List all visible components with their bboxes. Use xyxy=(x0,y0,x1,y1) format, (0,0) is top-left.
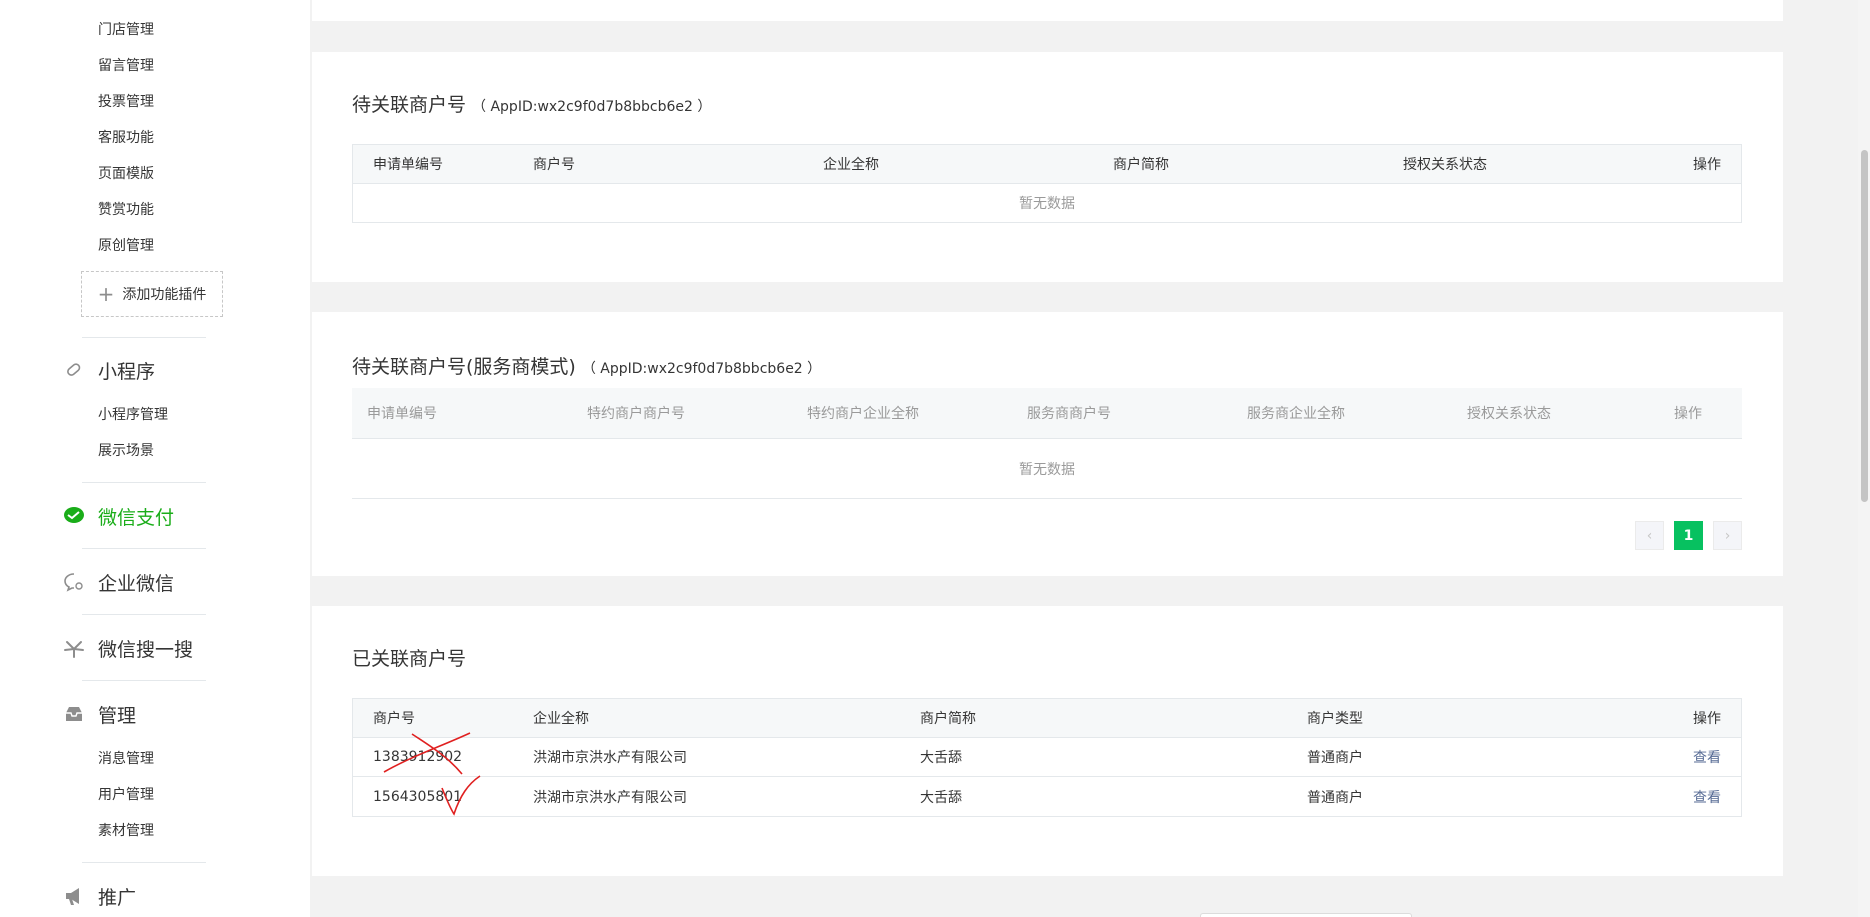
scrollbar-thumb[interactable] xyxy=(1861,150,1868,502)
col-company-name: 企业全称 xyxy=(823,157,879,173)
pending-merchant-table: 申请单编号 商户号 企业全称 商户简称 授权关系状态 操作 暂无数据 xyxy=(352,144,1742,223)
col-merchant-no: 商户号 xyxy=(533,157,575,173)
sidebar-section-wechat-pay[interactable]: 微信支付 xyxy=(62,501,174,531)
col-action: 操作 xyxy=(1693,711,1721,727)
merchant-short: 大舌舔 xyxy=(920,750,962,766)
col-application-no: 申请单编号 xyxy=(367,406,437,422)
sidebar-item-display-scene[interactable]: 展示场景 xyxy=(98,440,154,460)
merchant-type: 普通商户 xyxy=(1307,750,1363,766)
megaphone-icon xyxy=(62,884,86,908)
sidebar-section-search[interactable]: 微信搜一搜 xyxy=(62,633,193,663)
table-header: 商户号 企业全称 商户简称 商户类型 操作 xyxy=(353,699,1741,738)
sidebar-divider xyxy=(82,614,206,615)
page-1-button[interactable]: 1 xyxy=(1674,521,1703,550)
view-link[interactable]: 查看 xyxy=(1693,747,1721,767)
pending-merchant-panel: 待关联商户号（ AppID:wx2c9f0d7b8bbcb6e2 ） 申请单编号… xyxy=(312,52,1783,282)
col-merchant-short: 商户简称 xyxy=(1113,157,1169,173)
table-header: 申请单编号 商户号 企业全称 商户简称 授权关系状态 操作 xyxy=(353,145,1741,184)
linked-merchant-table: 商户号 企业全称 商户简称 商户类型 操作 1383912902 洪湖市京洪水产… xyxy=(352,698,1742,817)
sidebar-section-work-wechat[interactable]: 企业微信 xyxy=(62,567,174,597)
linked-merchant-panel: 已关联商户号 商户号 企业全称 商户简称 商户类型 操作 1383912902 … xyxy=(312,606,1783,876)
add-plugin-button[interactable]: + 添加功能插件 xyxy=(81,271,223,317)
sidebar-divider xyxy=(82,337,206,338)
sidebar-divider xyxy=(82,862,206,863)
search-sparkle-icon xyxy=(62,636,86,660)
next-page-button[interactable]: › xyxy=(1713,521,1742,550)
empty-state: 暂无数据 xyxy=(1019,196,1075,212)
col-sub-merchant-company: 特约商户企业全称 xyxy=(807,406,919,422)
col-sub-merchant-no: 特约商户商户号 xyxy=(587,406,685,422)
sidebar-item-user-manage[interactable]: 用户管理 xyxy=(98,784,154,804)
sidebar-section-manage[interactable]: 管理 xyxy=(62,699,136,729)
sidebar-item-original[interactable]: 原创管理 xyxy=(98,235,154,255)
panel-title: 待关联商户号(服务商模式) （ AppID:wx2c9f0d7b8bbcb6e2 … xyxy=(352,356,822,378)
miniprogram-icon xyxy=(62,358,86,382)
sidebar-item-message-manage[interactable]: 消息管理 xyxy=(98,748,154,768)
appid-label: （ AppID:wx2c9f0d7b8bbcb6e2 ） xyxy=(472,99,712,115)
col-sp-merchant-no: 服务商商户号 xyxy=(1027,406,1111,422)
cross-mark xyxy=(383,732,471,773)
sidebar: 门店管理 留言管理 投票管理 客服功能 页面模版 赞赏功能 原创管理 + 添加功… xyxy=(0,0,310,917)
merchant-short: 大舌舔 xyxy=(920,789,962,806)
pagination: ‹ 1 › xyxy=(1625,521,1742,550)
panel-title: 待关联商户号（ AppID:wx2c9f0d7b8bbcb6e2 ） xyxy=(352,94,712,116)
sidebar-section-label: 微信支付 xyxy=(98,506,175,529)
col-sp-company: 服务商企业全称 xyxy=(1247,406,1345,422)
col-company-name: 企业全称 xyxy=(533,711,589,727)
sidebar-section-label: 企业微信 xyxy=(98,572,175,595)
col-application-no: 申请单编号 xyxy=(373,157,443,173)
sidebar-divider xyxy=(82,482,206,483)
plus-icon: + xyxy=(97,282,115,306)
sidebar-section-miniprogram[interactable]: 小程序 xyxy=(62,355,155,385)
sidebar-item-customer-service[interactable]: 客服功能 xyxy=(98,127,154,147)
inbox-icon xyxy=(62,702,86,726)
col-action: 操作 xyxy=(1674,406,1702,422)
table-row: 1383912902 洪湖市京洪水产有限公司 大舌舔 普通商户 查看 xyxy=(353,738,1741,777)
sidebar-item-page-template[interactable]: 页面模版 xyxy=(98,163,154,183)
sidebar-item-store[interactable]: 门店管理 xyxy=(98,19,154,39)
table-header: 申请单编号 特约商户商户号 特约商户企业全称 服务商商户号 服务商企业全称 授权… xyxy=(352,388,1742,439)
sidebar-divider xyxy=(82,680,206,681)
sidebar-item-miniprogram-manage[interactable]: 小程序管理 xyxy=(98,404,168,424)
work-wechat-icon xyxy=(62,570,86,594)
previous-panel xyxy=(312,0,1783,21)
col-merchant-short: 商户简称 xyxy=(920,711,976,727)
col-merchant-type: 商户类型 xyxy=(1307,711,1363,727)
sidebar-section-label: 管理 xyxy=(98,704,137,727)
appid-label: （ AppID:wx2c9f0d7b8bbcb6e2 ） xyxy=(581,361,822,377)
table-row: 1564305801 洪湖市京洪水产有限公司 大舌舔 普通商户 查看 xyxy=(353,777,1741,816)
sidebar-item-reward[interactable]: 赞赏功能 xyxy=(98,199,154,219)
col-auth-status: 授权关系状态 xyxy=(1467,406,1551,422)
wechat-pay-icon xyxy=(62,504,86,528)
sidebar-item-vote[interactable]: 投票管理 xyxy=(98,91,154,111)
company-name: 洪湖市京洪水产有限公司 xyxy=(533,789,687,806)
view-link[interactable]: 查看 xyxy=(1693,787,1721,807)
sidebar-item-comments[interactable]: 留言管理 xyxy=(98,55,154,75)
bottom-control xyxy=(1200,913,1412,917)
prev-page-button[interactable]: ‹ xyxy=(1635,521,1664,550)
merchant-type: 普通商户 xyxy=(1307,789,1363,806)
sidebar-section-promote[interactable]: 推广 xyxy=(62,881,136,911)
add-plugin-label: 添加功能插件 xyxy=(122,287,207,303)
col-action: 操作 xyxy=(1693,157,1721,173)
sidebar-section-label: 推广 xyxy=(98,886,137,909)
sidebar-section-label: 微信搜一搜 xyxy=(98,638,194,661)
scrollbar[interactable] xyxy=(1858,0,1870,917)
pending-sp-merchant-table: 申请单编号 特约商户商户号 特约商户企业全称 服务商商户号 服务商企业全称 授权… xyxy=(352,388,1742,499)
company-name: 洪湖市京洪水产有限公司 xyxy=(533,750,687,766)
empty-state: 暂无数据 xyxy=(1019,461,1075,478)
sidebar-divider xyxy=(82,548,206,549)
pending-sp-merchant-panel: 待关联商户号(服务商模式) （ AppID:wx2c9f0d7b8bbcb6e2 … xyxy=(312,312,1783,576)
sidebar-item-material-manage[interactable]: 素材管理 xyxy=(98,820,154,840)
check-mark xyxy=(441,775,481,816)
col-auth-status: 授权关系状态 xyxy=(1403,157,1487,173)
annotation-marks xyxy=(383,732,481,816)
sidebar-section-label: 小程序 xyxy=(98,360,156,383)
